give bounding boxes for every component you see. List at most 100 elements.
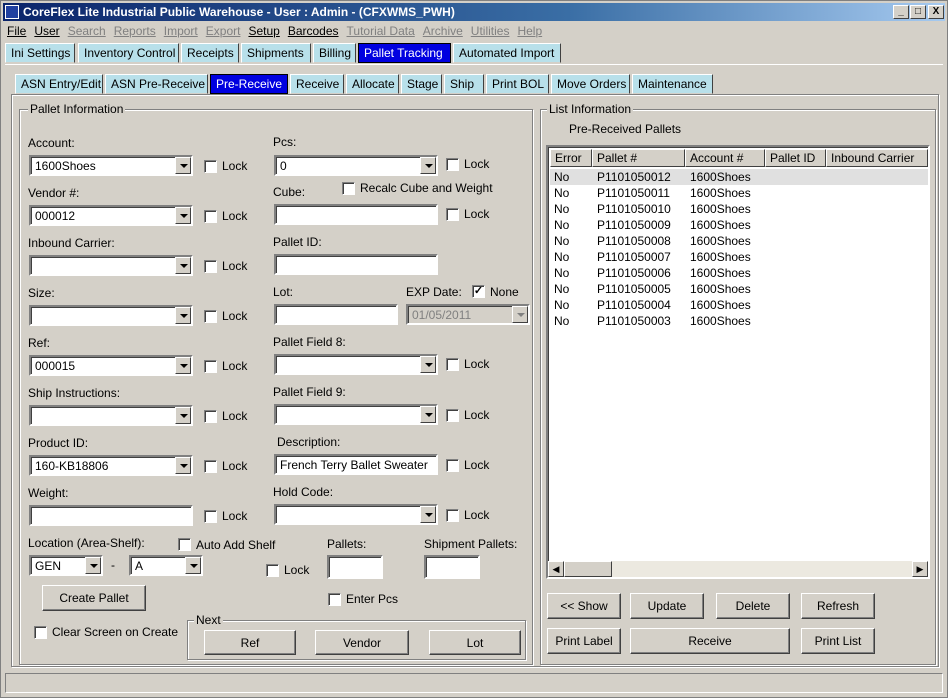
menu-import[interactable]: Import — [160, 22, 202, 40]
menu-barcodes[interactable]: Barcodes — [284, 22, 343, 40]
hold-lock-checkbox[interactable] — [446, 509, 459, 522]
table-row[interactable]: No P1101050008 1600Shoes — [550, 233, 928, 249]
delete-button[interactable]: Delete — [716, 593, 790, 619]
table-row[interactable]: No P1101050003 1600Shoes — [550, 313, 928, 329]
refresh-button[interactable]: Refresh — [801, 593, 875, 619]
create-pallet-button[interactable]: Create Pallet — [42, 585, 146, 611]
size-lock-checkbox[interactable] — [204, 310, 217, 323]
menu-help[interactable]: Help — [513, 22, 546, 40]
cube-input[interactable] — [274, 204, 438, 225]
scroll-right-icon[interactable]: ▶ — [912, 561, 928, 577]
ship-instructions-select[interactable] — [29, 405, 193, 426]
shipment-pallets-input[interactable] — [424, 555, 480, 579]
horizontal-scrollbar[interactable]: ◀ ▶ — [548, 561, 928, 577]
column-header-pallet-id[interactable]: Pallet ID — [765, 149, 826, 167]
chevron-down-icon[interactable] — [175, 457, 191, 474]
table-row[interactable]: No P1101050005 1600Shoes — [550, 281, 928, 297]
menu-file[interactable]: File — [3, 22, 30, 40]
weight-lock-checkbox[interactable] — [204, 510, 217, 523]
scroll-left-icon[interactable]: ◀ — [548, 561, 564, 577]
location-lock-checkbox[interactable] — [266, 564, 279, 577]
title-bar[interactable]: CoreFlex Lite Industrial Public Warehous… — [3, 3, 945, 21]
chevron-down-icon[interactable] — [420, 406, 436, 423]
pallet-field-9-select[interactable] — [274, 404, 438, 425]
sub-tab-allocate[interactable]: Allocate — [346, 74, 399, 94]
pcs-select[interactable]: 0 — [274, 155, 438, 176]
next-vendor-button[interactable]: Vendor — [315, 630, 409, 655]
update-button[interactable]: Update — [630, 593, 704, 619]
main-tab-ini-settings[interactable]: Ini Settings — [5, 43, 75, 63]
main-tab-shipments[interactable]: Shipments — [241, 43, 311, 63]
menu-setup[interactable]: Setup — [244, 22, 283, 40]
area-select[interactable]: GEN — [29, 555, 103, 576]
vendor-select[interactable]: 000012 — [29, 205, 193, 226]
sub-tab-asn-pre-receive[interactable]: ASN Pre-Receive — [105, 74, 208, 94]
pf8-lock-checkbox[interactable] — [446, 358, 459, 371]
chevron-down-icon[interactable] — [420, 157, 436, 174]
sub-tab-pre-receive[interactable]: Pre-Receive — [210, 74, 288, 94]
clear-screen-checkbox[interactable] — [34, 626, 47, 639]
table-row[interactable]: No P1101050007 1600Shoes — [550, 249, 928, 265]
shelf-select[interactable]: A — [129, 555, 203, 576]
sub-tab-stage[interactable]: Stage — [401, 74, 442, 94]
ref-lock-checkbox[interactable] — [204, 360, 217, 373]
hold-code-select[interactable] — [274, 504, 438, 525]
chevron-down-icon[interactable] — [175, 307, 191, 324]
menu-export[interactable]: Export — [202, 22, 245, 40]
chevron-down-icon[interactable] — [185, 557, 201, 574]
table-row[interactable]: No P1101050006 1600Shoes — [550, 265, 928, 281]
minimize-button[interactable]: _ — [893, 5, 909, 19]
table-row[interactable]: No P1101050004 1600Shoes — [550, 297, 928, 313]
menu-archive[interactable]: Archive — [419, 22, 467, 40]
pallet-list[interactable]: Error Pallet # Account # Pallet ID Inbou… — [546, 145, 930, 579]
weight-input[interactable] — [29, 505, 193, 526]
description-lock-checkbox[interactable] — [446, 459, 459, 472]
column-header-inbound-carrier[interactable]: Inbound Carrier — [826, 149, 928, 167]
column-header-error[interactable]: Error — [550, 149, 592, 167]
product-lock-checkbox[interactable] — [204, 460, 217, 473]
table-row[interactable]: No P1101050010 1600Shoes — [550, 201, 928, 217]
chevron-down-icon[interactable] — [175, 157, 191, 174]
maximize-button[interactable]: □ — [910, 5, 926, 19]
pcs-lock-checkbox[interactable] — [446, 158, 459, 171]
receive-button[interactable]: Receive — [630, 628, 790, 654]
chevron-down-icon[interactable] — [85, 557, 101, 574]
column-header-pallet[interactable]: Pallet # — [592, 149, 685, 167]
exp-date-select[interactable]: 01/05/2011 — [406, 304, 530, 325]
print-label-button[interactable]: Print Label — [547, 628, 621, 654]
menu-utilities[interactable]: Utilities — [467, 22, 514, 40]
close-button[interactable]: X — [928, 5, 944, 19]
next-lot-button[interactable]: Lot — [429, 630, 521, 655]
enter-pcs-checkbox[interactable] — [328, 593, 341, 606]
sub-tab-asn-entry-edit[interactable]: ASN Entry/Edit — [15, 74, 103, 94]
chevron-down-icon[interactable] — [175, 357, 191, 374]
pallet-id-input[interactable] — [274, 254, 438, 275]
menu-user[interactable]: User — [30, 22, 63, 40]
pallets-input[interactable] — [327, 555, 383, 579]
table-row[interactable]: No P1101050009 1600Shoes — [550, 217, 928, 233]
account-lock-checkbox[interactable] — [204, 160, 217, 173]
scroll-thumb[interactable] — [564, 561, 612, 577]
print-list-button[interactable]: Print List — [801, 628, 875, 654]
chevron-down-icon[interactable] — [420, 506, 436, 523]
size-select[interactable] — [29, 305, 193, 326]
sub-tab-ship[interactable]: Ship — [444, 74, 484, 94]
cube-lock-checkbox[interactable] — [446, 208, 459, 221]
chevron-down-icon[interactable] — [175, 207, 191, 224]
main-tab-automated-import[interactable]: Automated Import — [453, 43, 561, 63]
pf9-lock-checkbox[interactable] — [446, 409, 459, 422]
description-input[interactable]: French Terry Ballet Sweater — [274, 454, 438, 475]
account-select[interactable]: 1600Shoes — [29, 155, 193, 176]
main-tab-billing[interactable]: Billing — [313, 43, 356, 63]
menu-search[interactable]: Search — [64, 22, 110, 40]
sub-tab-print-bol[interactable]: Print BOL — [486, 74, 549, 94]
exp-none-checkbox[interactable]: ✓ — [472, 285, 485, 298]
recalc-checkbox[interactable] — [342, 182, 355, 195]
lot-input[interactable] — [274, 304, 398, 325]
pallet-field-8-select[interactable] — [274, 354, 438, 375]
sub-tab-receive[interactable]: Receive — [290, 74, 344, 94]
sub-tab-maintenance[interactable]: Maintenance — [632, 74, 713, 94]
carrier-lock-checkbox[interactable] — [204, 260, 217, 273]
product-id-select[interactable]: 160-KB18806 — [29, 455, 193, 476]
ship-lock-checkbox[interactable] — [204, 410, 217, 423]
